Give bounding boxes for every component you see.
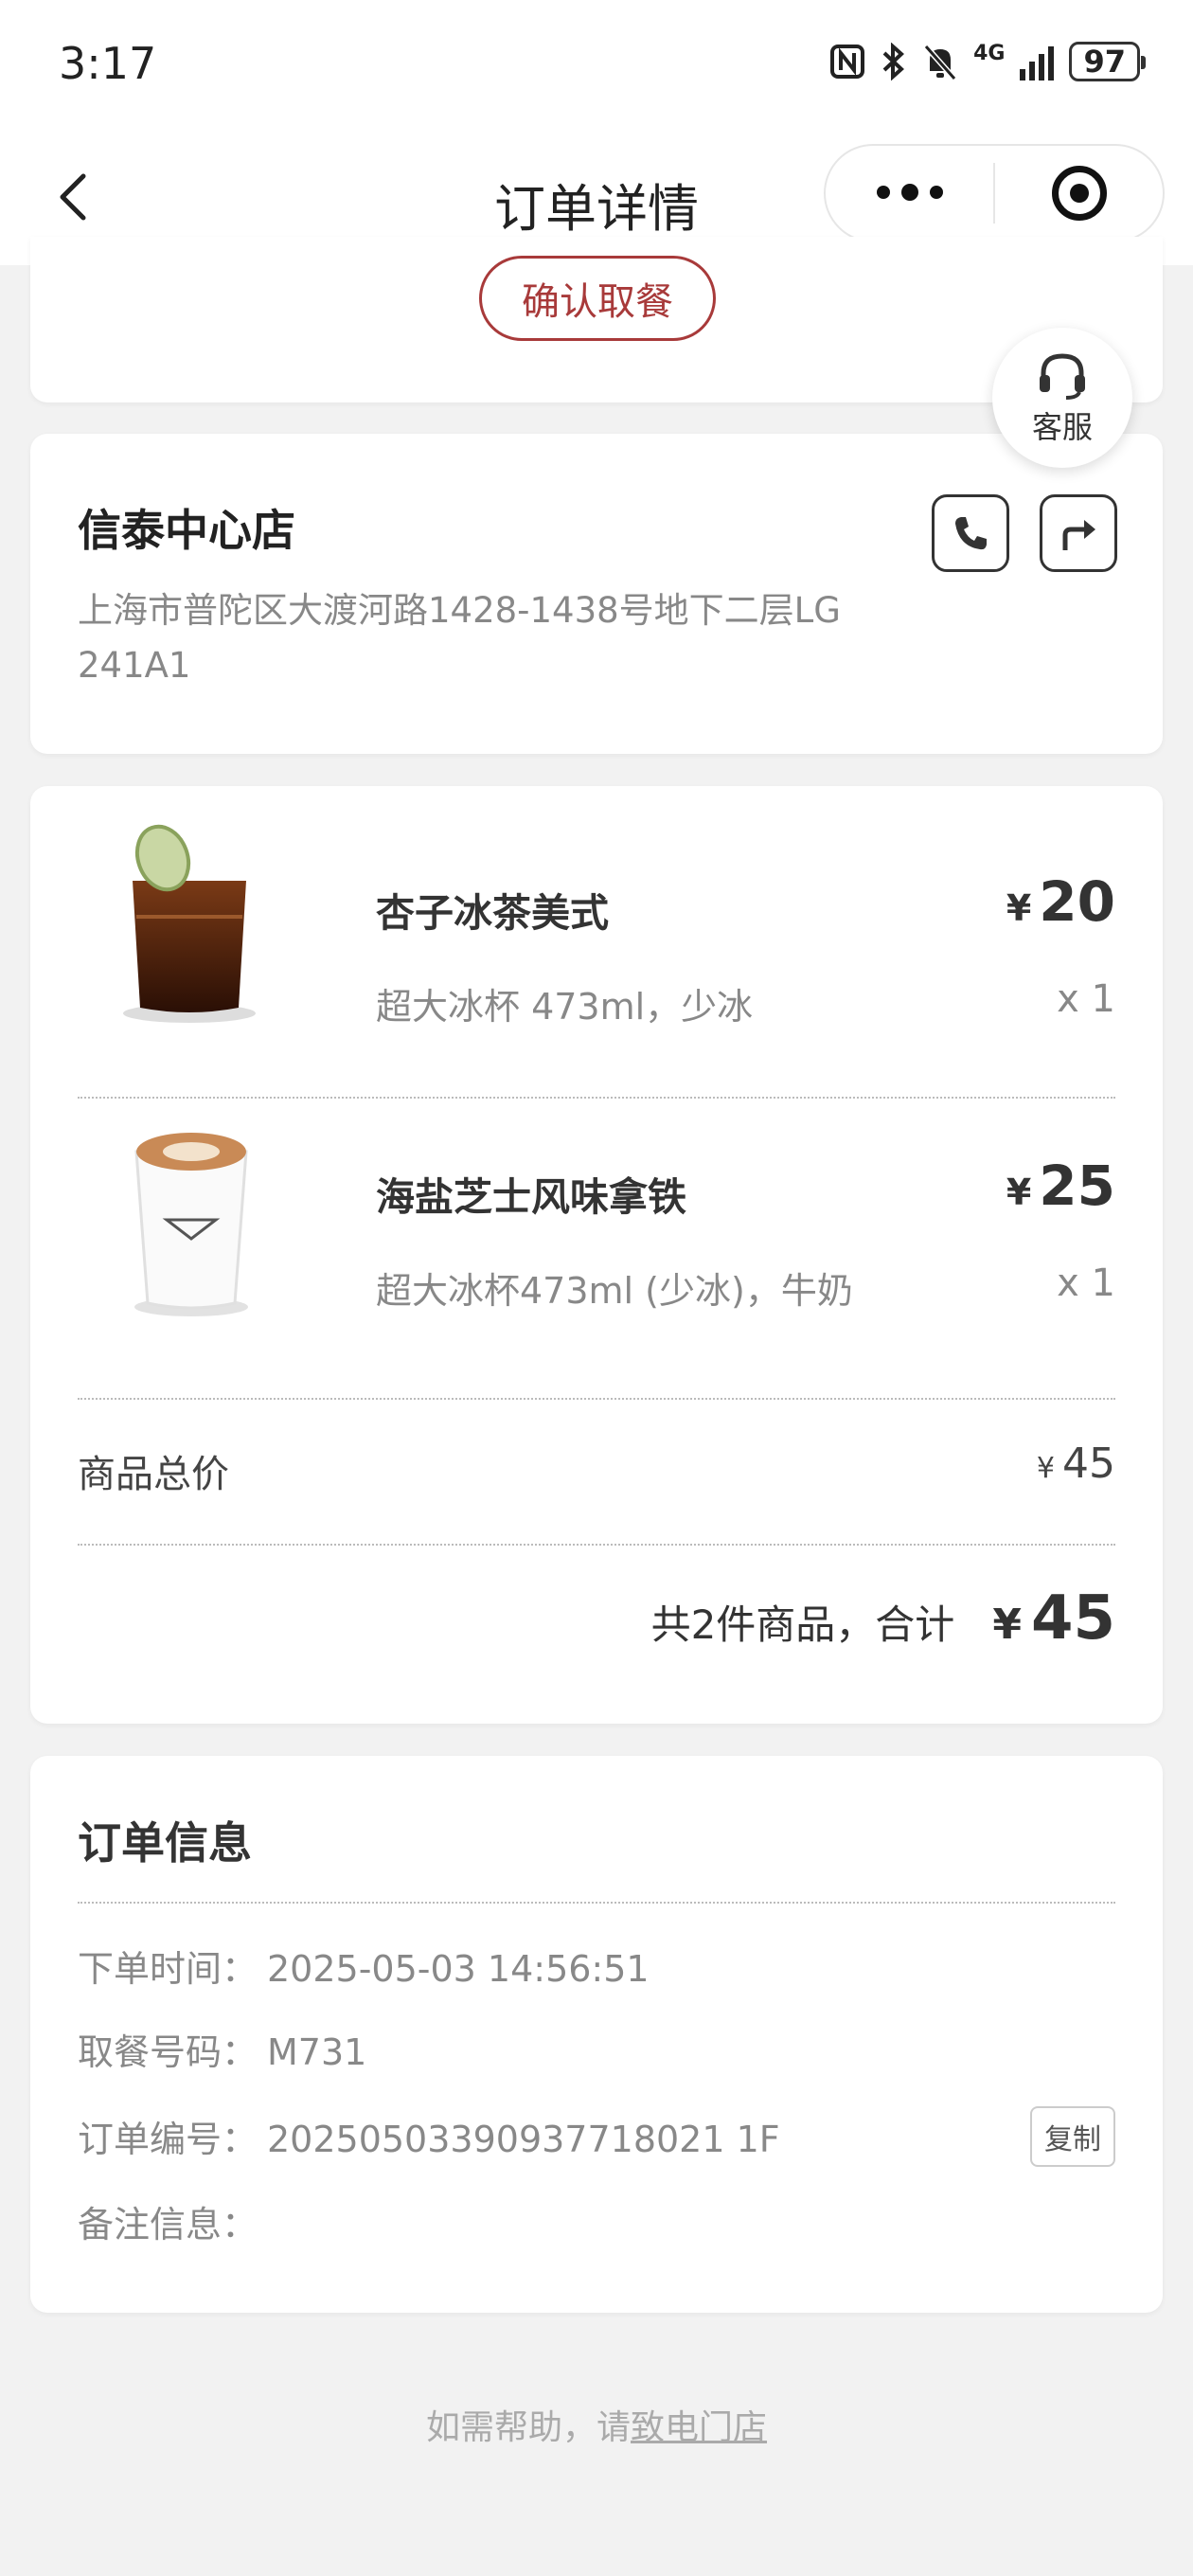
total-amount: 45	[1030, 1583, 1115, 1654]
dot	[929, 186, 943, 199]
currency-symbol: ¥	[1006, 1172, 1032, 1213]
navigate-store-button[interactable]	[1040, 494, 1117, 572]
item-spec: 超大冰杯 473ml，少冰	[376, 986, 754, 1028]
store-card: 信泰中心店 上海市普陀区大渡河路1428-1438号地下二层LG 241A1	[30, 434, 1163, 754]
divider	[78, 1902, 1115, 1904]
help-prefix: 如需帮助，请	[425, 2408, 631, 2447]
item-price-value: 20	[1039, 869, 1115, 934]
currency-symbol: ¥	[992, 1601, 1022, 1649]
iced-tea-americano-image	[123, 824, 256, 1023]
total-row: 共2件商品，合计 ¥ 45	[651, 1583, 1115, 1654]
pickup-number-value: M731	[267, 2031, 367, 2073]
order-time-value: 2025-05-03 14:56:51	[267, 1948, 650, 1990]
dot	[900, 184, 918, 201]
dot	[876, 186, 890, 199]
order-number-value: 20250503390937718021 1F	[267, 2119, 780, 2160]
total-label: 共2件商品，合计	[650, 1601, 955, 1648]
status-time: 3:17	[59, 38, 157, 89]
signal-icon	[1020, 43, 1055, 80]
status-icons: 4G 97	[829, 42, 1146, 81]
confirm-pickup-button[interactable]: 确认取餐	[479, 256, 716, 341]
item-quantity: x 1	[1057, 977, 1115, 1021]
order-info-title: 订单信息	[78, 1817, 252, 1869]
call-store-link[interactable]: 致电门店	[631, 2408, 767, 2447]
list-item[interactable]: 杏子冰茶美式 超大冰杯 473ml，少冰 ¥20 x 1	[78, 786, 1115, 1070]
order-number-label: 订单编号：	[78, 2119, 258, 2160]
order-time-label: 下单时间：	[78, 1948, 258, 1990]
network-type: 4G	[973, 42, 1006, 65]
nfc-icon	[830, 45, 865, 79]
item-price-value: 25	[1039, 1154, 1115, 1218]
customer-service-button[interactable]: 客服	[992, 328, 1132, 468]
order-time-row: 下单时间： 2025-05-03 14:56:51	[78, 1940, 650, 1992]
help-text: 如需帮助，请致电门店	[0, 2400, 1193, 2449]
subtotal-label: 商品总价	[78, 1453, 229, 1496]
more-menu-button[interactable]	[826, 184, 993, 201]
copy-order-number-button[interactable]: 复制	[1030, 2106, 1115, 2167]
remarks-row: 备注信息：	[78, 2195, 267, 2247]
divider	[78, 1398, 1115, 1400]
item-name: 杏子冰茶美式	[376, 890, 609, 936]
bluetooth-icon	[882, 43, 905, 80]
item-name: 海盐芝士风味拿铁	[376, 1174, 686, 1220]
store-address: 上海市普陀区大渡河路1428-1438号地下二层LG 241A1	[78, 590, 841, 686]
item-quantity: x 1	[1057, 1261, 1115, 1305]
item-price: ¥25	[1006, 1154, 1115, 1218]
pickup-number-row: 取餐号码： M731	[78, 2023, 366, 2075]
close-mini-program-button[interactable]	[995, 166, 1163, 221]
item-spec: 超大冰杯473ml (少冰)，牛奶	[376, 1270, 853, 1312]
battery-indicator: 97	[1069, 42, 1146, 81]
directions-icon	[1062, 520, 1095, 550]
status-bar: 3:17 4G 97	[0, 0, 1193, 133]
pickup-card: 确认取餐	[30, 237, 1163, 402]
item-price: ¥20	[1006, 869, 1115, 934]
bell-muted-icon	[923, 45, 957, 80]
currency-symbol: ¥	[1006, 887, 1032, 929]
customer-service-label: 客服	[1031, 409, 1093, 445]
order-info-card: 订单信息 下单时间： 2025-05-03 14:56:51 取餐号码： M731 …	[30, 1756, 1163, 2313]
list-item[interactable]: 海盐芝士风味拿铁 超大冰杯473ml (少冰)，牛奶 ¥25 x 1	[78, 1070, 1115, 1354]
phone-icon	[955, 517, 987, 550]
mini-program-capsule	[824, 144, 1165, 242]
currency-symbol: ¥	[1036, 1452, 1055, 1485]
sea-salt-cheese-latte-image	[134, 1133, 248, 1316]
headset-icon	[1040, 353, 1085, 400]
divider	[78, 1544, 1115, 1546]
order-number-row: 订单编号： 20250503390937718021 1F	[78, 2110, 780, 2162]
order-items-card: 杏子冰茶美式 超大冰杯 473ml，少冰 ¥20 x 1 海盐芝士风味拿铁 超大…	[30, 786, 1163, 1724]
remarks-label: 备注信息：	[78, 2204, 258, 2245]
store-name: 信泰中心店	[78, 505, 295, 556]
subtotal-amount: 45	[1062, 1440, 1115, 1488]
call-store-button[interactable]	[932, 494, 1009, 572]
pickup-number-label: 取餐号码：	[78, 2031, 258, 2073]
subtotal-value: ¥45	[1037, 1440, 1115, 1488]
target-icon	[1051, 166, 1107, 221]
